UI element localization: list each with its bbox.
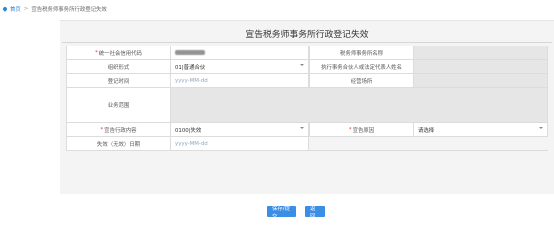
chevron-down-icon	[300, 64, 304, 66]
form-row-action: * 宣告行政内容 0100|失效 * 宣告原因 请选择	[66, 123, 548, 137]
breadcrumb-current: 宣告税务师事务所行政登记失效	[31, 6, 107, 13]
form-row-org-form: 组织形式 01|普通合伙 执行事务合伙人或法定代表人姓名	[66, 60, 548, 74]
form-row-credit-code: * 统一社会信用代码 税务师事务所名称	[66, 46, 548, 60]
action-select[interactable]: 0100|失效	[171, 123, 309, 136]
breadcrumb-home-link[interactable]: 首页	[10, 5, 21, 13]
invalid-date-label: 失效（无效）日期	[66, 137, 171, 150]
breadcrumb: 首页 > 宣告税务师事务所行政登记失效	[2, 4, 107, 13]
breadcrumb-separator: >	[23, 5, 29, 12]
reg-time-label: 登记时间	[66, 74, 171, 87]
firm-name-label: 税务师事务所名称	[309, 46, 414, 59]
back-button[interactable]: 返回	[305, 206, 325, 220]
chevron-down-icon	[539, 127, 543, 129]
title-divider	[62, 42, 552, 43]
registration-form: * 统一社会信用代码 税务师事务所名称 组织形式 01|普通合伙 执行事务合伙人或…	[66, 46, 548, 151]
office-field	[414, 74, 548, 87]
invalid-date-input[interactable]: yyyy-MM-dd	[171, 137, 309, 150]
scope-field	[171, 88, 548, 122]
reason-select[interactable]: 请选择	[414, 123, 548, 136]
reason-label: * 宣告原因	[309, 123, 414, 136]
chevron-down-icon	[300, 127, 304, 129]
save-submit-button[interactable]: 保存/提交	[267, 206, 296, 220]
office-label: 经营场所	[309, 74, 414, 87]
scope-label: 业务范围	[66, 88, 171, 122]
credit-code-field[interactable]	[171, 46, 309, 59]
form-row-invalid-date: 失效（无效）日期 yyyy-MM-dd	[66, 137, 548, 151]
form-row-reg-time: 登记时间 yyyy-MM-dd 经营场所	[66, 74, 548, 88]
reg-time-date-input[interactable]: yyyy-MM-dd	[171, 74, 309, 87]
firm-name-field	[414, 46, 548, 59]
page-title: 宣告税务师事务所行政登记失效	[245, 30, 369, 40]
redacted-value	[175, 50, 205, 55]
form-actions: 保存/提交 返回	[0, 206, 554, 220]
org-form-label: 组织形式	[66, 60, 171, 73]
org-form-select[interactable]: 01|普通合伙	[171, 60, 309, 73]
form-row-scope: 业务范围	[66, 88, 548, 123]
credit-code-label: * 统一社会信用代码	[66, 46, 171, 59]
action-label: * 宣告行政内容	[66, 123, 171, 136]
location-pin-icon	[2, 5, 8, 12]
partner-field	[414, 60, 548, 73]
partner-label: 执行事务合伙人或法定代表人姓名	[309, 60, 414, 73]
